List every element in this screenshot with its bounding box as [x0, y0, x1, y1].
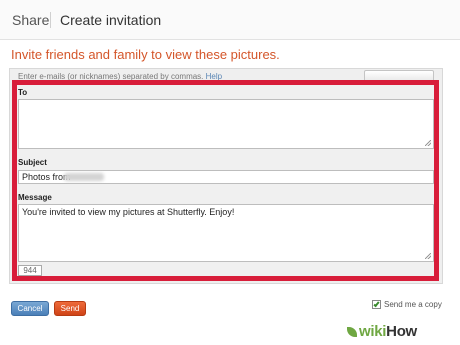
to-label: To	[18, 88, 28, 97]
resize-grip-icon[interactable]	[425, 140, 431, 146]
to-field[interactable]	[18, 99, 434, 149]
send-copy-checkbox[interactable]	[372, 300, 381, 309]
invite-heading: Invite friends and family to view these …	[11, 47, 280, 62]
resize-grip-icon[interactable]	[425, 253, 431, 259]
wikihow-watermark: wikiHow	[345, 322, 457, 342]
checkmark-icon	[373, 300, 380, 308]
send-copy-label[interactable]: Send me a copy	[384, 300, 442, 309]
message-field[interactable]: You're invited to view my pictures at Sh…	[18, 204, 434, 262]
watermark-wiki: wiki	[359, 323, 387, 340]
page-title: Create invitation	[60, 12, 162, 28]
header-divider	[50, 12, 51, 28]
message-label: Message	[18, 193, 52, 202]
page-header: Share Create invitation	[0, 0, 460, 40]
share-link[interactable]: Share	[12, 12, 49, 28]
watermark-text: wikiHow	[359, 323, 417, 340]
send-button[interactable]: Send	[54, 301, 86, 316]
subject-label: Subject	[18, 158, 47, 167]
character-counter: 944	[18, 265, 42, 276]
watermark-how: How	[386, 323, 417, 340]
cancel-button[interactable]: Cancel	[11, 301, 49, 316]
blurred-name	[64, 173, 104, 181]
message-value: You're invited to view my pictures at Sh…	[22, 207, 235, 217]
